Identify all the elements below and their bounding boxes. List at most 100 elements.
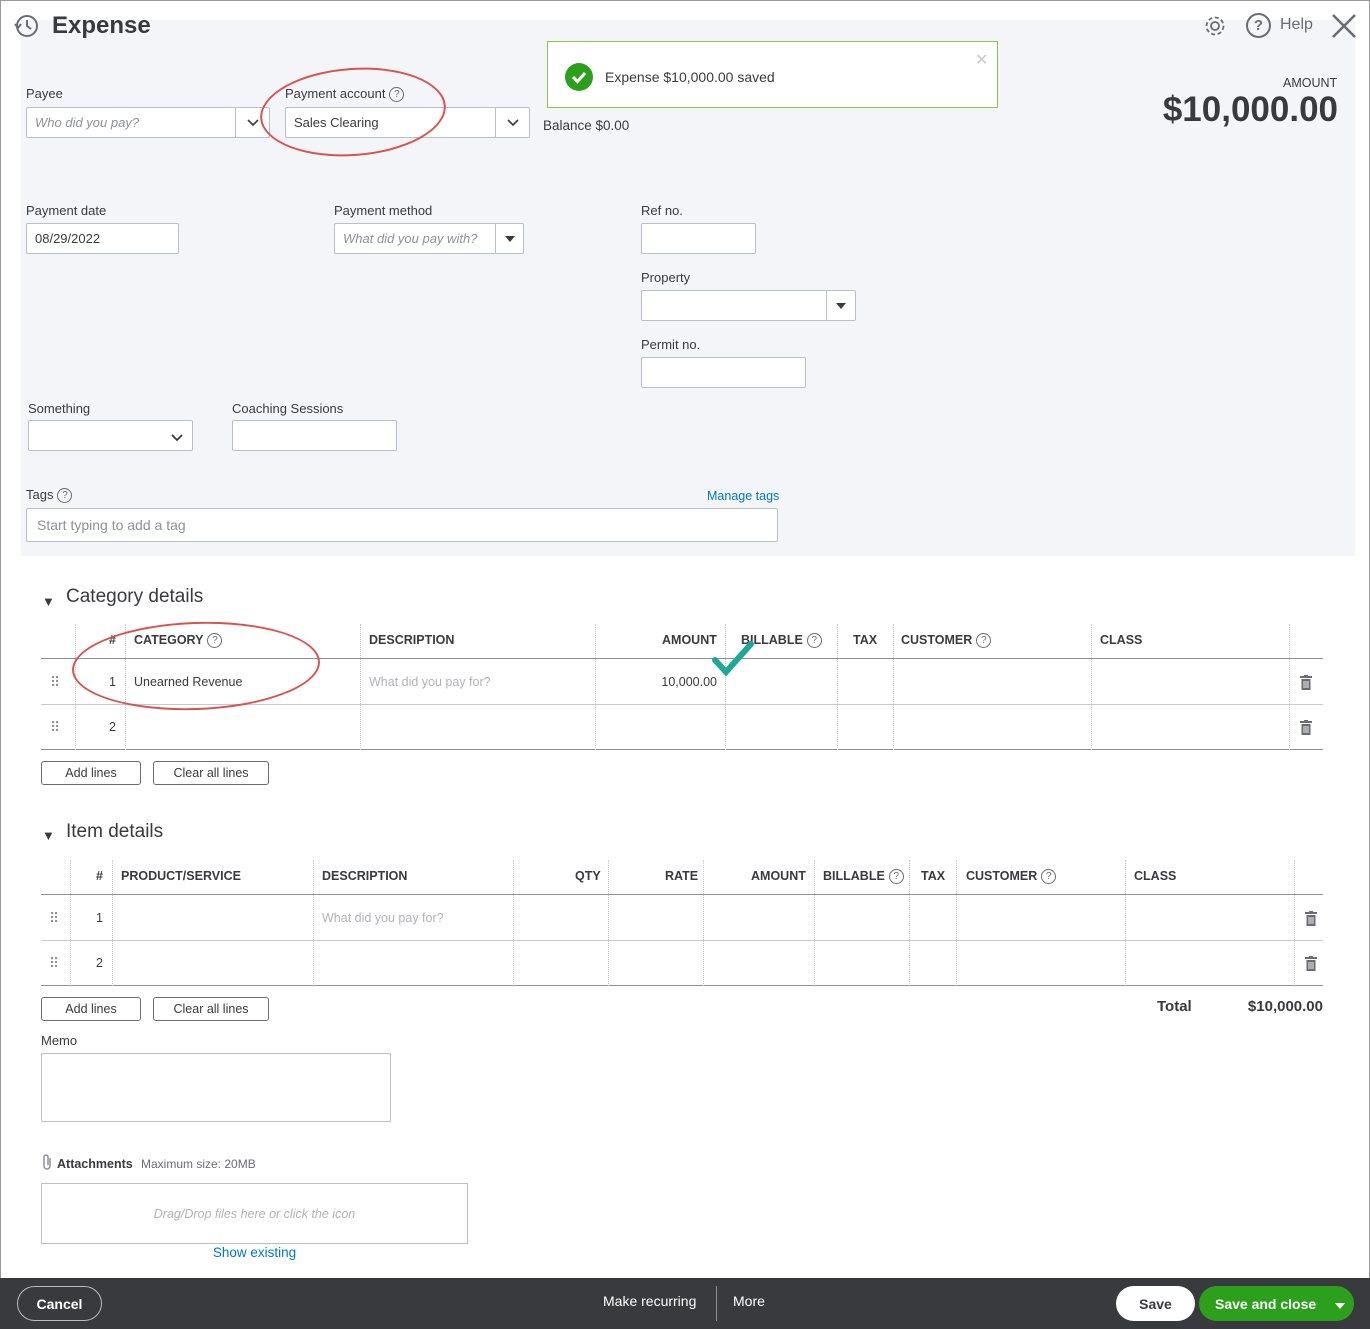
- item-table-divider: [41, 940, 1323, 941]
- drag-handle-icon[interactable]: ⠿: [50, 674, 60, 691]
- column-divider: [837, 624, 838, 750]
- memo-label: Memo: [41, 1033, 78, 1048]
- column-divider: [1294, 860, 1295, 986]
- item-col-header-billable-text: BILLABLE: [823, 869, 885, 883]
- total-label: Total: [1157, 998, 1192, 1015]
- row-number: 2: [96, 956, 103, 970]
- item-clear-lines-button[interactable]: Clear all lines: [153, 997, 269, 1021]
- property-select[interactable]: [641, 290, 856, 321]
- save-and-close-label: Save and close: [1215, 1295, 1317, 1312]
- page-title: Expense: [52, 12, 151, 39]
- total-value: $10,000.00: [1247, 998, 1323, 1015]
- help-label[interactable]: Help: [1280, 16, 1313, 34]
- save-and-close-button[interactable]: Save and close: [1199, 1286, 1354, 1321]
- caret-down-icon[interactable]: [495, 224, 523, 253]
- col-header-class: CLASS: [1100, 633, 1143, 647]
- category-add-lines-button[interactable]: Add lines: [41, 761, 141, 785]
- show-existing-link[interactable]: Show existing: [41, 1245, 468, 1260]
- payee-placeholder: Who did you pay?: [35, 115, 140, 130]
- payment-method-placeholder: What did you pay with?: [343, 231, 478, 246]
- column-divider: [608, 860, 609, 986]
- more-link[interactable]: More: [733, 1293, 765, 1309]
- category-collapse-icon[interactable]: ▼: [42, 594, 55, 609]
- category-clear-lines-button[interactable]: Clear all lines: [153, 761, 269, 785]
- recent-transactions-icon[interactable]: [12, 12, 40, 40]
- success-check-icon: [565, 63, 593, 91]
- col-header-tax: TAX: [853, 633, 878, 647]
- close-icon[interactable]: [1330, 12, 1358, 40]
- item-col-header-rate: RATE: [665, 869, 699, 883]
- tags-label: Tags?: [26, 487, 73, 504]
- item-description-cell[interactable]: What did you pay for?: [322, 911, 444, 925]
- payee-label: Payee: [26, 86, 63, 101]
- permit-no-label: Permit no.: [641, 337, 701, 352]
- memo-textarea[interactable]: [41, 1053, 391, 1122]
- dropzone-text: Drag/Drop files here or click the icon: [153, 1206, 356, 1221]
- attachment-dropzone[interactable]: Drag/Drop files here or click the icon: [41, 1183, 468, 1244]
- ref-no-label: Ref no.: [641, 203, 683, 218]
- payment-date-input[interactable]: 08/29/2022: [26, 223, 179, 254]
- category-table-divider: [41, 749, 1323, 750]
- coaching-sessions-input[interactable]: [232, 420, 397, 451]
- chevron-down-icon[interactable]: [170, 431, 184, 446]
- help-question-icon[interactable]: ?: [57, 488, 73, 504]
- item-table-divider: [41, 985, 1323, 986]
- help-icon[interactable]: ?: [1246, 13, 1271, 38]
- col-header-customer: CUSTOMER?: [901, 633, 992, 649]
- cancel-button[interactable]: Cancel: [17, 1286, 102, 1321]
- toast-close-icon[interactable]: ✕: [975, 50, 988, 70]
- payment-method-label: Payment method: [334, 203, 433, 218]
- something-select[interactable]: [28, 420, 193, 451]
- delete-row-icon[interactable]: [1300, 675, 1312, 690]
- help-question-icon[interactable]: ?: [976, 633, 992, 649]
- coaching-sessions-label: Coaching Sessions: [232, 401, 344, 416]
- payee-select[interactable]: Who did you pay?: [26, 107, 270, 138]
- settings-gear-icon[interactable]: [1202, 13, 1228, 39]
- item-col-header-product: PRODUCT/SERVICE: [121, 869, 241, 883]
- item-collapse-icon[interactable]: ▼: [42, 828, 55, 843]
- help-question-icon[interactable]: ?: [1041, 869, 1057, 885]
- item-table-divider: [41, 894, 1323, 895]
- save-button[interactable]: Save: [1116, 1286, 1195, 1321]
- drag-handle-icon[interactable]: ⠿: [50, 719, 60, 736]
- column-divider: [75, 624, 76, 750]
- help-question-icon[interactable]: ?: [806, 633, 822, 649]
- column-divider: [909, 860, 910, 986]
- column-divider: [112, 860, 113, 986]
- payment-date-label: Payment date: [26, 203, 107, 218]
- column-divider: [513, 860, 514, 986]
- drag-handle-icon[interactable]: ⠿: [49, 955, 59, 972]
- delete-row-icon[interactable]: [1300, 720, 1312, 735]
- delete-row-icon[interactable]: [1305, 911, 1317, 926]
- amount-cell[interactable]: 10,000.00: [600, 675, 717, 689]
- caret-down-icon[interactable]: [1335, 1296, 1345, 1312]
- permit-no-input[interactable]: [641, 357, 806, 388]
- column-divider: [814, 860, 815, 986]
- success-toast: Expense $10,000.00 saved ✕: [547, 41, 998, 108]
- category-details-title[interactable]: Category details: [66, 586, 203, 608]
- attachments-max-size: Maximum size: 20MB: [141, 1157, 256, 1171]
- item-col-header-description: DESCRIPTION: [322, 869, 408, 883]
- tags-input[interactable]: Start typing to add a tag: [26, 508, 778, 542]
- drag-handle-icon[interactable]: ⠿: [49, 910, 59, 927]
- chevron-down-icon[interactable]: [495, 108, 529, 137]
- column-divider: [70, 860, 71, 986]
- column-divider: [1125, 860, 1126, 986]
- payment-date-value: 08/29/2022: [35, 231, 101, 246]
- footer-divider: [716, 1286, 717, 1321]
- description-cell[interactable]: What did you pay for?: [369, 675, 491, 689]
- manage-tags-link[interactable]: Manage tags: [707, 489, 779, 503]
- item-add-lines-button[interactable]: Add lines: [41, 997, 141, 1021]
- caret-down-icon[interactable]: [826, 291, 855, 320]
- column-divider: [956, 860, 957, 986]
- help-question-icon[interactable]: ?: [888, 869, 904, 885]
- payment-method-select[interactable]: What did you pay with?: [334, 223, 524, 254]
- column-divider: [893, 624, 894, 750]
- property-label: Property: [641, 270, 691, 285]
- ref-no-input[interactable]: [641, 223, 756, 254]
- make-recurring-link[interactable]: Make recurring: [603, 1293, 696, 1309]
- attachments-label: Attachments: [57, 1157, 133, 1171]
- item-details-title[interactable]: Item details: [66, 821, 163, 843]
- delete-row-icon[interactable]: [1305, 956, 1317, 971]
- column-divider: [1091, 624, 1092, 750]
